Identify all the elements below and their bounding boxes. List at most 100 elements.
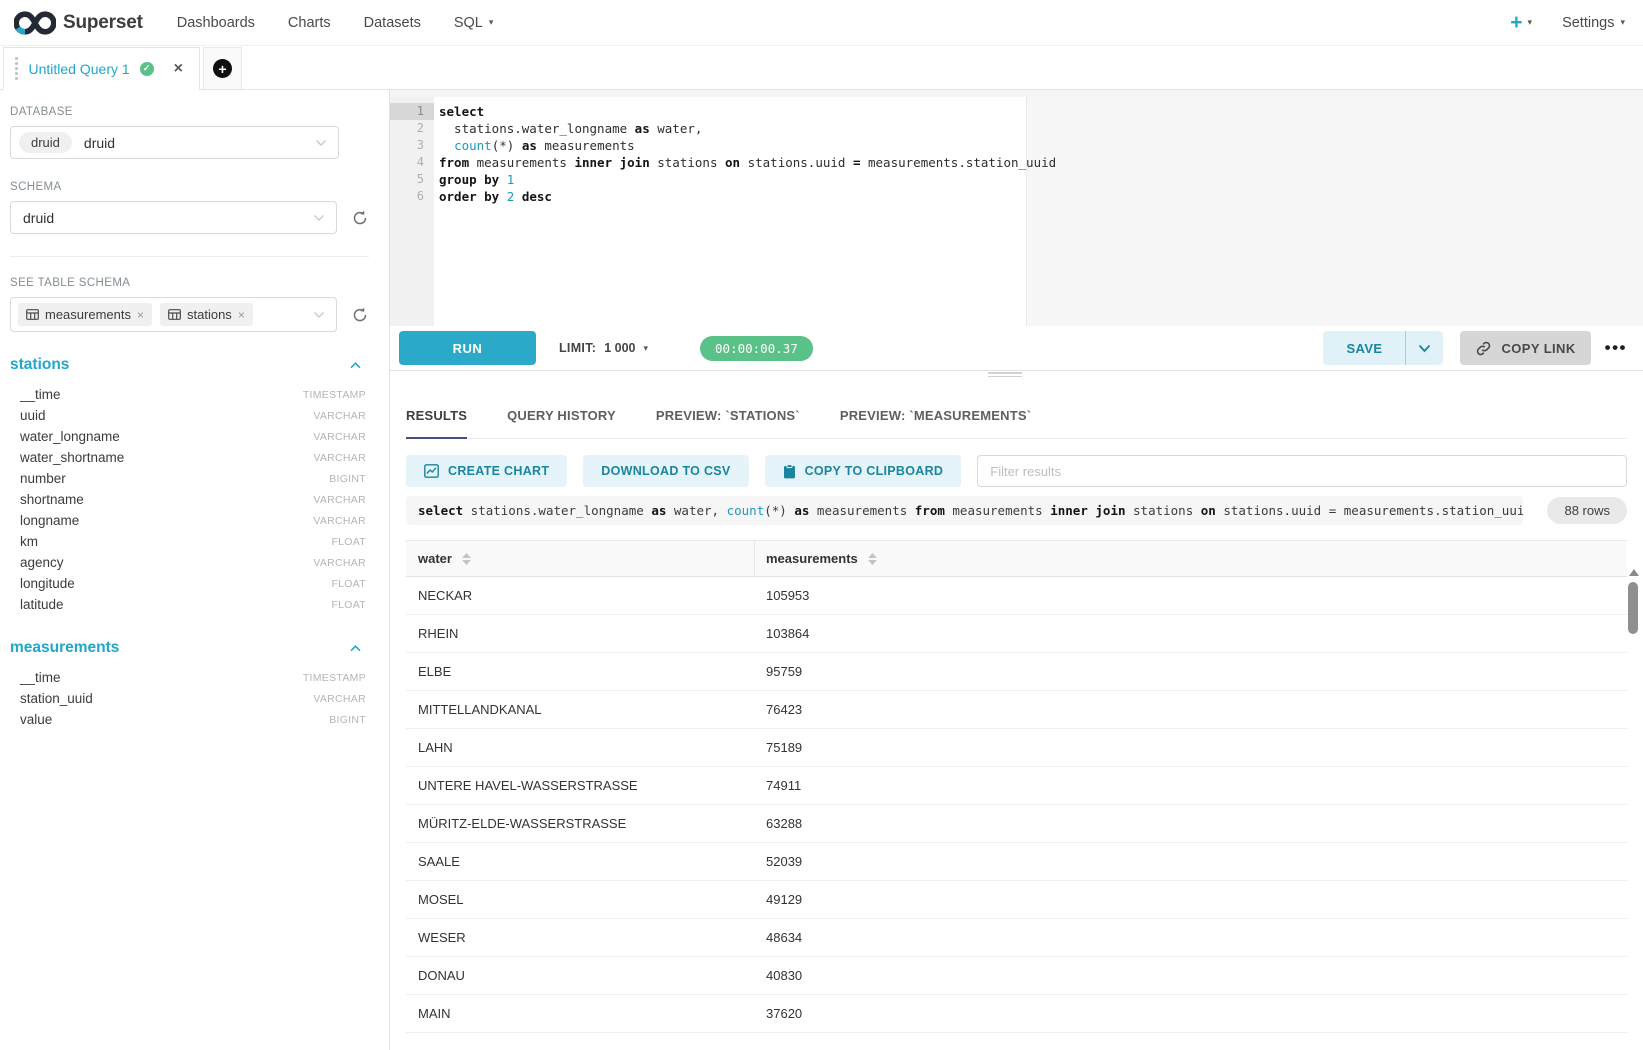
query-preview: select stations.water_longname as water,…	[406, 496, 1523, 525]
schema-table-name: stations	[10, 356, 69, 374]
remove-table-icon[interactable]: ×	[137, 308, 144, 322]
schema-table-columns: __time TIMESTAMP station_uuid VARCHAR va…	[10, 667, 369, 730]
water-cell: ELBE	[406, 664, 755, 679]
results-table-header: water measurements	[406, 540, 1627, 577]
column-name: value	[20, 712, 52, 727]
table-row: DONAU 40830	[406, 957, 1627, 995]
copy-clipboard-button[interactable]: COPY TO CLIPBOARD	[765, 455, 962, 487]
more-actions-button[interactable]: •••	[1601, 338, 1631, 358]
schema-column-row: latitude FLOAT	[10, 594, 369, 615]
filter-results-input[interactable]	[977, 455, 1627, 487]
download-csv-label: DOWNLOAD TO CSV	[601, 464, 730, 478]
measurements-cell: 37620	[755, 1006, 1627, 1021]
limit-label: LIMIT:	[559, 341, 596, 355]
editor-code[interactable]: select stations.water_longname as water,…	[434, 97, 1643, 326]
schema-column-row: water_longname VARCHAR	[10, 426, 369, 447]
schema-value: druid	[23, 210, 54, 226]
save-button[interactable]: SAVE	[1323, 331, 1405, 365]
results-tab-0[interactable]: RESULTS	[406, 392, 467, 438]
scrollbar-up-arrow[interactable]	[1629, 569, 1639, 576]
table-pill-label: measurements	[45, 307, 131, 322]
column-type: VARCHAR	[313, 410, 366, 422]
results-tab-3[interactable]: PREVIEW: `MEASUREMENTS`	[840, 392, 1031, 438]
nav-item-sql[interactable]: SQL▾	[454, 15, 494, 31]
run-button[interactable]: RUN	[399, 331, 536, 365]
column-header-measurements[interactable]: measurements	[755, 541, 1627, 576]
table-row: LAHN 75189	[406, 729, 1627, 767]
column-type: VARCHAR	[313, 494, 366, 506]
column-type: FLOAT	[331, 578, 366, 590]
table-row: MOSEL 49129	[406, 881, 1627, 919]
water-cell: SAALE	[406, 854, 755, 869]
limit-value: 1 000	[604, 341, 635, 355]
sql-editor[interactable]: 123456 select stations.water_longname as…	[390, 90, 1643, 326]
table-schema-select[interactable]: measurements × stations ×	[10, 297, 337, 332]
schema-table-header-measurements[interactable]: measurements	[10, 639, 369, 657]
column-type: VARCHAR	[313, 693, 366, 705]
schema-column-row: value BIGINT	[10, 709, 369, 730]
measurements-cell: 105953	[755, 588, 1627, 603]
measurements-cell: 63288	[755, 816, 1627, 831]
query-tab-active[interactable]: Untitled Query 1 ✓ ×	[3, 47, 200, 90]
results-tab-1[interactable]: QUERY HISTORY	[507, 392, 616, 438]
schema-column-row: longitude FLOAT	[10, 573, 369, 594]
superset-logo[interactable]: Superset	[14, 10, 143, 36]
refresh-schema-button[interactable]	[351, 209, 369, 227]
pane-divider	[390, 370, 1643, 379]
column-type: TIMESTAMP	[303, 672, 366, 684]
copy-link-button[interactable]: COPY LINK	[1460, 331, 1590, 365]
nav-settings-menu[interactable]: Settings ▾	[1562, 15, 1625, 31]
clipboard-icon	[783, 464, 796, 479]
editor-runbar: RUN LIMIT: 1 000 ▾ 00:00:00.37 SAVE	[390, 326, 1643, 370]
sidebar-divider	[10, 256, 369, 257]
save-dropdown-button[interactable]	[1405, 331, 1443, 365]
close-tab-icon[interactable]: ×	[174, 61, 183, 77]
scrollbar-thumb[interactable]	[1628, 582, 1638, 634]
schema-column-row: uuid VARCHAR	[10, 405, 369, 426]
column-type: VARCHAR	[313, 515, 366, 527]
schema-label: SCHEMA	[10, 181, 369, 193]
schema-select[interactable]: druid	[10, 201, 337, 234]
create-chart-button[interactable]: CREATE CHART	[406, 455, 567, 487]
results-tab-2[interactable]: PREVIEW: `STATIONS`	[656, 392, 800, 438]
query-success-check-icon: ✓	[140, 62, 154, 76]
measurements-cell: 40830	[755, 968, 1627, 983]
download-csv-button[interactable]: DOWNLOAD TO CSV	[583, 455, 748, 487]
nav-plus-menu[interactable]: + ▾	[1510, 12, 1532, 33]
table-row: WESER 48634	[406, 919, 1627, 957]
database-select[interactable]: druid druid	[10, 126, 339, 159]
schema-column-row: km FLOAT	[10, 531, 369, 552]
water-cell: WESER	[406, 930, 755, 945]
remove-table-icon[interactable]: ×	[238, 308, 245, 322]
copy-clipboard-label: COPY TO CLIPBOARD	[805, 464, 944, 478]
nav-right: + ▾ Settings ▾	[1510, 12, 1625, 33]
schema-table-name: measurements	[10, 639, 119, 657]
database-label: DATABASE	[10, 106, 369, 118]
chevron-down-icon	[315, 139, 327, 147]
table-pills: measurements × stations ×	[18, 303, 261, 326]
schema-table-header-stations[interactable]: stations	[10, 356, 369, 374]
schema-column-row: __time TIMESTAMP	[10, 667, 369, 688]
nav-item-datasets[interactable]: Datasets	[364, 15, 421, 31]
superset-sql-lab: Superset Dashboards Charts Datasets SQL▾ + …	[0, 0, 1643, 1050]
refresh-tables-button[interactable]	[351, 306, 369, 324]
limit-dropdown[interactable]: LIMIT: 1 000 ▾	[559, 341, 648, 355]
column-name: uuid	[20, 408, 46, 423]
measurements-cell: 75189	[755, 740, 1627, 755]
table-grid-icon	[26, 309, 39, 320]
query-tabstrip: Untitled Query 1 ✓ × +	[0, 46, 1643, 90]
schema-table-section: stations __time TIMESTAMP uuid VARCHAR w…	[10, 356, 369, 615]
measurements-cell: 95759	[755, 664, 1627, 679]
query-preview-row: select stations.water_longname as water,…	[406, 496, 1627, 525]
schema-table-columns: __time TIMESTAMP uuid VARCHAR water_long…	[10, 384, 369, 615]
column-header-water[interactable]: water	[406, 541, 755, 576]
column-name: water_shortname	[20, 450, 124, 465]
nav-item-charts[interactable]: Charts	[288, 15, 331, 31]
water-cell: MAIN	[406, 1006, 755, 1021]
schema-table-section: measurements __time TIMESTAMP station_uu…	[10, 639, 369, 730]
measurements-cell: 52039	[755, 854, 1627, 869]
nav-item-dashboards[interactable]: Dashboards	[177, 15, 255, 31]
chevron-down-icon	[313, 214, 325, 222]
new-query-tab-button[interactable]: +	[203, 47, 242, 90]
pane-resize-handle[interactable]	[988, 372, 1022, 379]
